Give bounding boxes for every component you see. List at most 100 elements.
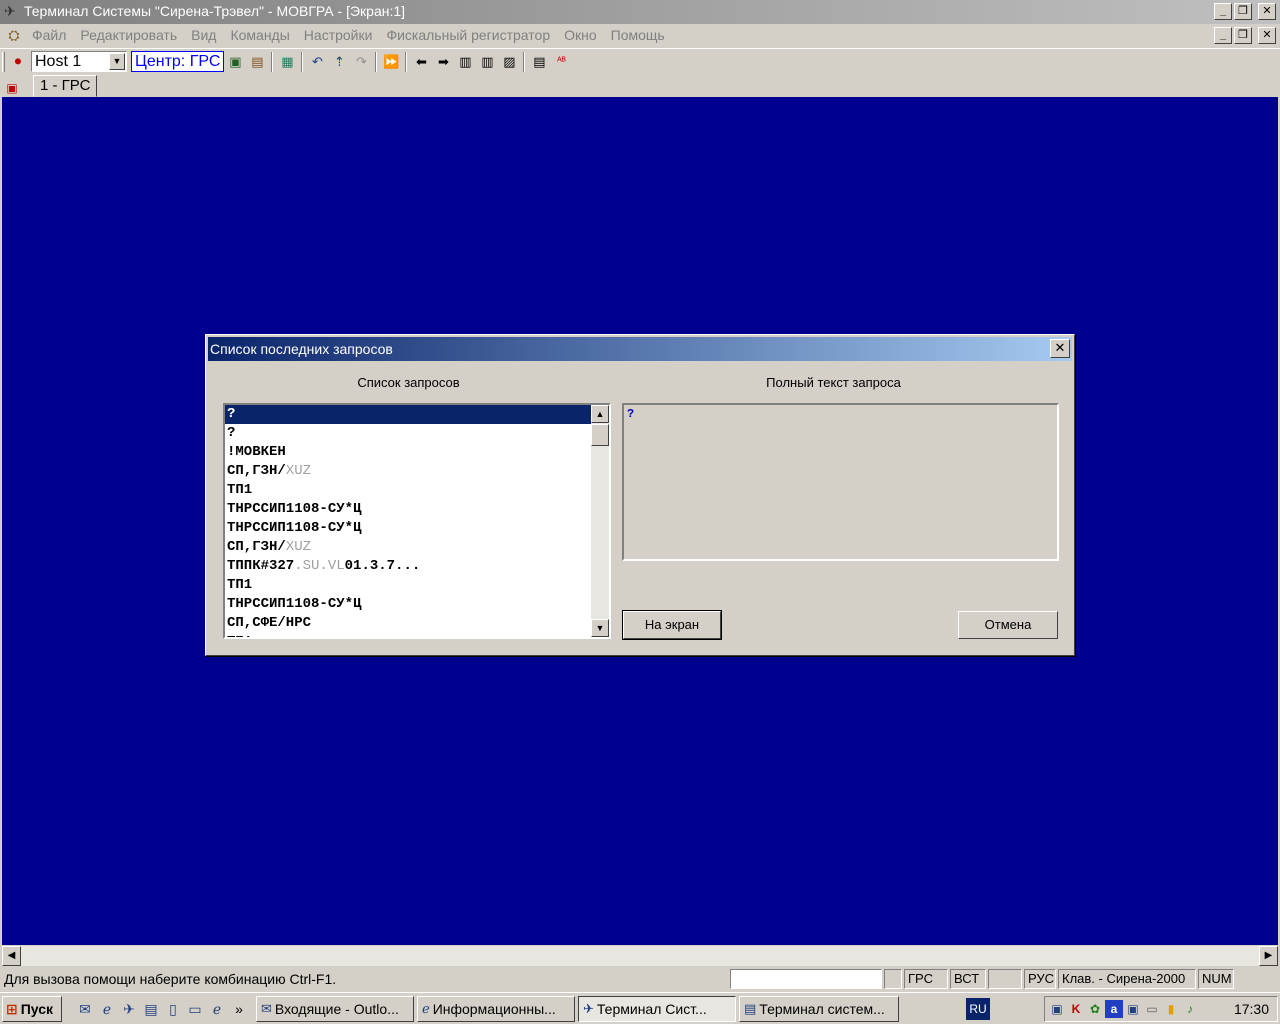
task-terminal-active[interactable]: ✈ Терминал Сист... xyxy=(578,995,736,1022)
folder-quicklaunch-icon[interactable]: ▭ xyxy=(184,998,206,1020)
form-icon[interactable]: ▤ xyxy=(528,52,550,72)
traffic-light-icon[interactable]: ⚫ xyxy=(7,52,29,72)
status-empty xyxy=(988,969,1022,989)
menu-file[interactable]: Файл xyxy=(25,27,73,43)
ie-icon: ℯ xyxy=(422,1000,430,1016)
status-insert: ВСТ xyxy=(950,969,986,989)
list-scrollbar[interactable]: ▲ ▼ xyxy=(591,405,609,637)
status-help-text: Для вызова помощи наберите комбинацию Ct… xyxy=(4,971,337,987)
doc-quicklaunch-icon[interactable]: ▯ xyxy=(162,998,184,1020)
chevron-down-icon[interactable]: ▼ xyxy=(109,53,125,70)
app-menu-icon[interactable]: ⛭ xyxy=(3,25,25,45)
drive-icon[interactable]: ▭ xyxy=(1143,1000,1161,1018)
list-item[interactable]: СП,СФЕ/НРС xyxy=(225,614,591,633)
mdi-restore-button[interactable]: ❐ xyxy=(1234,27,1252,44)
status-center: ГРС xyxy=(904,969,948,989)
menu-view[interactable]: Вид xyxy=(184,27,223,43)
upload-icon[interactable]: ⇡ xyxy=(328,52,350,72)
airplane-icon: ✈ xyxy=(4,3,16,19)
minimize-button[interactable]: _ xyxy=(1214,3,1232,20)
spellcheck-icon[interactable]: ᴬᴮ xyxy=(550,52,572,72)
list-item[interactable]: ТНРССИП1108-СУ*Ц xyxy=(225,595,591,614)
scroll-down-icon[interactable]: ▼ xyxy=(591,619,609,637)
title-bar: ✈ Терминал Системы "Сирена-Трэвел" - МОВ… xyxy=(0,0,1280,24)
mdi-controls: _ ❐ ✕ xyxy=(1214,27,1276,44)
menu-settings[interactable]: Настройки xyxy=(297,27,380,43)
network-icon[interactable]: ▣ xyxy=(1048,1000,1066,1018)
list-item[interactable]: ТНРССИП1108-СУ*Ц xyxy=(225,519,591,538)
volume-icon[interactable]: ♪ xyxy=(1181,1000,1199,1018)
start-button[interactable]: ⊞ Пуск xyxy=(2,995,62,1022)
menu-bar: ⛭ Файл Редактировать Вид Команды Настрой… xyxy=(0,24,1280,46)
dialog-title: Список последних запросов xyxy=(208,337,1072,361)
ie2-quicklaunch-icon[interactable]: ℯ xyxy=(206,998,228,1020)
cancel-button[interactable]: Отмена xyxy=(958,611,1058,639)
list-item[interactable]: ТППК#327.SU.VL01.3.7... xyxy=(225,557,591,576)
list-item[interactable]: ТП1 xyxy=(225,633,591,637)
language-indicator[interactable]: RU xyxy=(966,998,990,1020)
kaspersky-icon[interactable]: K xyxy=(1067,1000,1085,1018)
list-item[interactable]: !МОВКЕН xyxy=(225,443,591,462)
task-info[interactable]: ℯ Информационны... xyxy=(417,995,575,1022)
redo-icon[interactable]: ↷ xyxy=(350,52,372,72)
copy-icon[interactable]: ▣ xyxy=(224,52,246,72)
arrow-left-icon[interactable]: ⬅ xyxy=(410,52,432,72)
request-list[interactable]: ?? !МОВКЕН СП,ГЗН/XUZ ТП1 ТНРССИП1108-СУ*Ц ТН… xyxy=(223,403,611,639)
mdi-minimize-button[interactable]: _ xyxy=(1214,27,1232,44)
sirena-quicklaunch-icon[interactable]: ✈ xyxy=(118,998,140,1020)
ie-quicklaunch-icon[interactable]: ℯ xyxy=(96,998,118,1020)
menu-help[interactable]: Помощь xyxy=(604,27,672,43)
table-right-icon[interactable]: ▥ xyxy=(476,52,498,72)
list-item[interactable]: ? xyxy=(225,424,591,443)
recent-requests-dialog: Список последних запросов ✕ Список запро… xyxy=(205,334,1075,656)
users-icon[interactable]: ✿ xyxy=(1086,1000,1104,1018)
menu-edit[interactable]: Редактировать xyxy=(73,27,184,43)
list-item[interactable]: ТП1 xyxy=(225,576,591,595)
archive-icon[interactable]: ▨ xyxy=(498,52,520,72)
scroll-right-icon[interactable]: ▶ xyxy=(1259,946,1278,966)
table-left-icon[interactable]: ▥ xyxy=(454,52,476,72)
paste-icon[interactable]: ▤ xyxy=(246,52,268,72)
task-terminal-2[interactable]: ▤ Терминал систем... xyxy=(739,995,899,1022)
menu-window[interactable]: Окно xyxy=(557,27,604,43)
chevron-right-icon[interactable]: » xyxy=(228,998,250,1020)
status-light-icon xyxy=(884,969,902,989)
outlook-quicklaunch-icon[interactable]: ✉ xyxy=(74,998,96,1020)
screen-icon[interactable]: ▦ xyxy=(276,52,298,72)
list-item[interactable]: ТП1 xyxy=(225,481,591,500)
monitor-icon[interactable]: ▣ xyxy=(1124,1000,1142,1018)
close-button[interactable]: ✕ xyxy=(1258,3,1276,20)
system-tray: ▣ K ✿ a ▣ ▭ ▮ ♪ 17:30 xyxy=(1044,996,1278,1022)
arrow-right-icon[interactable]: ➡ xyxy=(432,52,454,72)
undo-icon[interactable]: ↶ xyxy=(306,52,328,72)
status-keyboard: Клав. - Сирена-2000 xyxy=(1058,969,1196,989)
status-lang: РУС xyxy=(1024,969,1056,989)
fast-forward-icon[interactable]: ⏩ xyxy=(380,52,402,72)
scroll-left-icon[interactable]: ◀ xyxy=(2,946,21,966)
restore-button[interactable]: ❐ xyxy=(1234,3,1252,20)
task-outlook[interactable]: ✉ Входящие - Outlo... xyxy=(256,995,414,1022)
mdi-close-button[interactable]: ✕ xyxy=(1258,27,1276,44)
scroll-thumb[interactable] xyxy=(591,424,609,446)
a-icon[interactable]: a xyxy=(1105,1000,1123,1018)
list-item[interactable]: ТНРССИП1108-СУ*Ц xyxy=(225,500,591,519)
tab-screen-1[interactable]: 1 - ГРС xyxy=(33,75,98,97)
list-item[interactable]: СП,ГЗН/XUZ xyxy=(225,462,591,481)
to-screen-button[interactable]: На экран xyxy=(623,611,721,639)
files-quicklaunch-icon[interactable]: ▤ xyxy=(140,998,162,1020)
list-item[interactable]: ? xyxy=(225,405,591,424)
center-label[interactable]: Центр: ГРС xyxy=(131,51,225,72)
scroll-up-icon[interactable]: ▲ xyxy=(591,405,609,423)
menu-commands[interactable]: Команды xyxy=(223,27,296,43)
security-icon[interactable]: ▮ xyxy=(1162,1000,1180,1018)
horizontal-scrollbar[interactable]: ◀ ▶ xyxy=(2,946,1278,966)
full-request-text[interactable]: ? xyxy=(622,403,1059,561)
dialog-close-button[interactable]: ✕ xyxy=(1050,339,1070,358)
document-icon: ▤ xyxy=(744,1000,757,1016)
menu-fiscal[interactable]: Фискальный регистратор xyxy=(379,27,557,43)
new-screen-icon[interactable]: ▣ xyxy=(3,79,21,97)
list-item[interactable]: СП,ГЗН/XUZ xyxy=(225,538,591,557)
toolbar: ⚫ Host 1 ▼ Центр: ГРС ▣ ▤ ▦ ↶ ⇡ ↷ ⏩ ⬅ ➡ … xyxy=(0,48,1280,74)
outlook-icon: ✉ xyxy=(261,1000,272,1016)
host-select[interactable]: Host 1 ▼ xyxy=(31,51,127,72)
